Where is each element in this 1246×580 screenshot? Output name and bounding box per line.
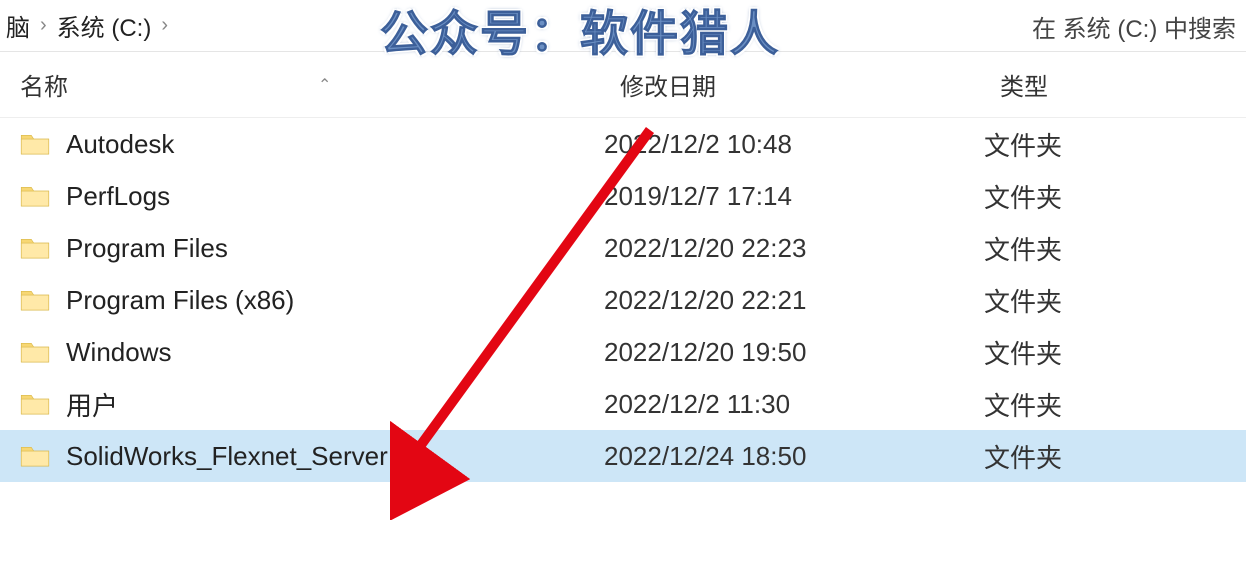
file-row[interactable]: Autodesk 2022/12/2 10:48 文件夹 (0, 118, 1246, 170)
file-row[interactable]: Program Files (x86) 2022/12/20 22:21 文件夹 (0, 274, 1246, 326)
file-row[interactable]: Windows 2022/12/20 19:50 文件夹 (0, 326, 1246, 378)
file-date-cell: 2022/12/20 22:21 (604, 285, 984, 316)
file-type-cell: 文件夹 (984, 334, 1246, 371)
file-type-cell: 文件夹 (984, 178, 1246, 215)
file-date-cell: 2019/12/7 17:14 (604, 181, 984, 212)
file-name-cell: Windows (20, 337, 604, 368)
file-date-cell: 2022/12/20 22:23 (604, 233, 984, 264)
breadcrumb-item-drive[interactable]: 系统 (C:) (57, 8, 152, 43)
search-box[interactable]: 在 系统 (C:) 中搜索 (1032, 0, 1236, 52)
file-name-cell: Program Files (x86) (20, 285, 604, 316)
chevron-right-icon[interactable]: › (161, 14, 168, 37)
file-row[interactable]: SolidWorks_Flexnet_Server 2022/12/24 18:… (0, 430, 1246, 482)
file-name-label: PerfLogs (66, 181, 170, 212)
file-row[interactable]: 用户 2022/12/2 11:30 文件夹 (0, 378, 1246, 430)
file-name-label: SolidWorks_Flexnet_Server (66, 441, 388, 472)
breadcrumb[interactable]: 脑 › 系统 (C:) › (0, 8, 178, 43)
file-date-cell: 2022/12/20 19:50 (604, 337, 984, 368)
file-type-cell: 文件夹 (984, 126, 1246, 163)
file-name-cell: 用户 (20, 386, 604, 423)
column-header-date[interactable]: 修改日期 (620, 67, 1000, 102)
file-name-cell: Autodesk (20, 129, 604, 160)
file-name-label: 用户 (66, 386, 118, 423)
file-name-label: Autodesk (66, 129, 174, 160)
column-header-type[interactable]: 类型 (1000, 67, 1246, 102)
file-name-cell: SolidWorks_Flexnet_Server (20, 441, 604, 472)
file-list: Autodesk 2022/12/2 10:48 文件夹 PerfLogs 20… (0, 118, 1246, 482)
file-type-cell: 文件夹 (984, 230, 1246, 267)
folder-icon (20, 183, 50, 209)
file-date-cell: 2022/12/24 18:50 (604, 441, 984, 472)
file-name-label: Program Files (x86) (66, 285, 294, 316)
folder-icon (20, 443, 50, 469)
columns-header: 名称 ⌃ 修改日期 类型 (0, 52, 1246, 118)
file-row[interactable]: Program Files 2022/12/20 22:23 文件夹 (0, 222, 1246, 274)
file-name-cell: Program Files (20, 233, 604, 264)
file-type-cell: 文件夹 (984, 386, 1246, 423)
file-type-cell: 文件夹 (984, 438, 1246, 475)
file-type-cell: 文件夹 (984, 282, 1246, 319)
file-date-cell: 2022/12/2 10:48 (604, 129, 984, 160)
search-placeholder: 在 系统 (C:) 中搜索 (1032, 9, 1236, 44)
folder-icon (20, 391, 50, 417)
column-name-label: 名称 (20, 67, 68, 102)
sort-caret-icon: ⌃ (318, 75, 331, 95)
folder-icon (20, 287, 50, 313)
file-name-label: Windows (66, 337, 171, 368)
folder-icon (20, 339, 50, 365)
file-name-label: Program Files (66, 233, 228, 264)
file-date-cell: 2022/12/2 11:30 (604, 389, 984, 420)
file-row[interactable]: PerfLogs 2019/12/7 17:14 文件夹 (0, 170, 1246, 222)
folder-icon (20, 235, 50, 261)
address-bar: 脑 › 系统 (C:) › 在 系统 (C:) 中搜索 (0, 0, 1246, 52)
file-name-cell: PerfLogs (20, 181, 604, 212)
breadcrumb-item-root[interactable]: 脑 (6, 8, 30, 43)
folder-icon (20, 131, 50, 157)
column-header-name[interactable]: 名称 ⌃ (20, 67, 620, 102)
chevron-right-icon[interactable]: › (40, 14, 47, 37)
